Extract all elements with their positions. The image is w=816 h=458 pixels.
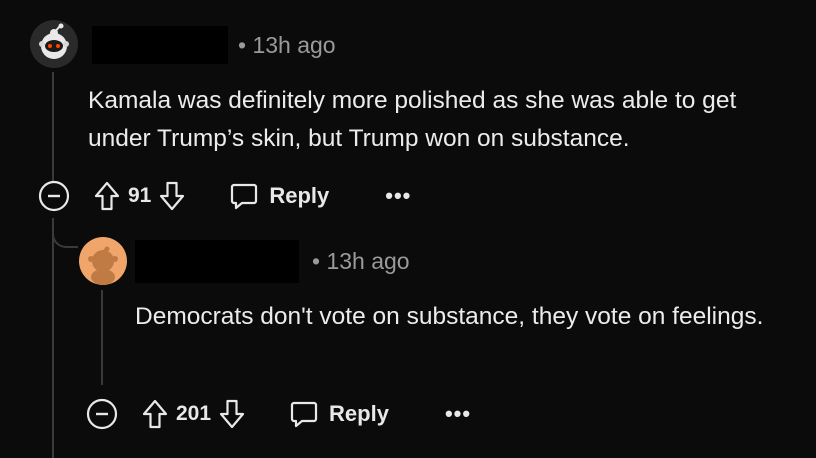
downvote-icon (219, 399, 245, 429)
timestamp: • 13h ago (238, 32, 336, 58)
username[interactable] (135, 240, 299, 283)
username[interactable] (92, 26, 228, 64)
snoo-avatar-icon (39, 23, 69, 59)
upvote-icon (94, 181, 120, 211)
reply-button[interactable]: Reply (289, 399, 389, 429)
reply-label: Reply (269, 183, 330, 208)
reply-icon (290, 401, 318, 428)
collapse-button[interactable] (38, 180, 70, 212)
reply-icon (231, 183, 258, 210)
vote-count: 91 (128, 184, 152, 207)
comment-body: Democrats don't vote on substance, they … (135, 303, 764, 330)
reply-label: Reply (329, 401, 389, 426)
downvote-icon (160, 181, 185, 211)
upvote-button[interactable] (142, 399, 168, 429)
upvote-button[interactable] (94, 181, 120, 211)
avatar[interactable] (30, 20, 78, 68)
thread-connector (52, 222, 78, 248)
reply-button[interactable]: Reply (229, 181, 329, 211)
thread-line-comment-1 (52, 72, 54, 182)
snoo-avatar-icon (88, 246, 118, 285)
comment-body: Kamala was definitely more polished as s… (88, 87, 737, 152)
vote-count: 201 (176, 402, 212, 425)
collapse-icon (86, 398, 118, 430)
avatar[interactable] (79, 237, 127, 285)
collapse-button[interactable] (86, 398, 118, 430)
upvote-icon (142, 399, 168, 429)
more-options-button[interactable]: ••• (385, 183, 411, 209)
timestamp: • 13h ago (312, 248, 410, 274)
more-options-button[interactable]: ••• (445, 401, 471, 427)
collapse-icon (38, 180, 70, 212)
comment-actions: 201 Reply ••• (86, 398, 471, 430)
thread-line-comment-2 (101, 290, 103, 385)
thread-line-comment-1-lower (52, 218, 54, 458)
comment-actions: 91 Reply ••• (38, 180, 411, 212)
downvote-button[interactable] (159, 181, 185, 211)
downvote-button[interactable] (219, 399, 245, 429)
